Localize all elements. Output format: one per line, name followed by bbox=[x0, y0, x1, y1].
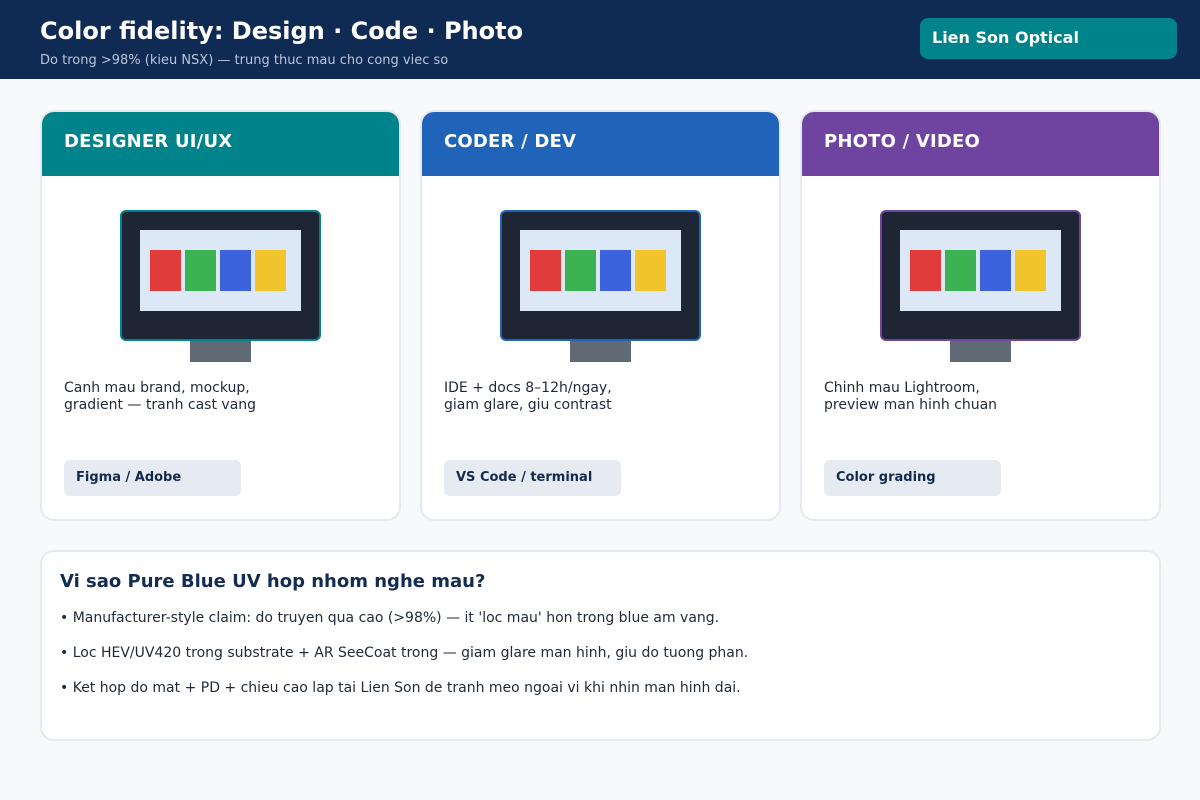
monitor-icon bbox=[880, 210, 1081, 341]
why-bullet: • Manufacturer-style claim: do truyen qu… bbox=[60, 610, 720, 626]
swatch-yellow bbox=[635, 250, 666, 291]
why-panel: Vi sao Pure Blue UV hop nhom nghe mau? •… bbox=[40, 550, 1161, 741]
monitor-icon bbox=[500, 210, 701, 341]
monitor-stand bbox=[190, 341, 251, 362]
monitor-icon bbox=[120, 210, 321, 341]
monitor-screen bbox=[140, 230, 301, 311]
swatch-green bbox=[945, 250, 976, 291]
swatch-yellow bbox=[255, 250, 286, 291]
swatch-blue bbox=[600, 250, 631, 291]
card-description: IDE + docs 8–12h/ngay, giam glare, giu c… bbox=[444, 380, 754, 414]
page-header: Color fidelity: Design · Code · Photo Do… bbox=[0, 0, 1200, 79]
card-header: PHOTO / VIDEO bbox=[802, 112, 1159, 176]
swatch-blue bbox=[980, 250, 1011, 291]
monitor-stand bbox=[950, 341, 1011, 362]
why-title: Vi sao Pure Blue UV hop nhom nghe mau? bbox=[60, 571, 486, 592]
description-line: Canh mau brand, mockup, bbox=[64, 380, 250, 396]
card-tag: VS Code / terminal bbox=[444, 460, 621, 496]
description-line: preview man hinh chuan bbox=[824, 397, 998, 413]
card-photo: PHOTO / VIDEO Chinh mau Lightroom, previ… bbox=[800, 110, 1161, 521]
description-line: giam glare, giu contrast bbox=[444, 397, 612, 413]
card-tag: Figma / Adobe bbox=[64, 460, 241, 496]
card-description: Chinh mau Lightroom, preview man hinh ch… bbox=[824, 380, 1134, 414]
swatch-green bbox=[185, 250, 216, 291]
monitor-screen bbox=[900, 230, 1061, 311]
brand-badge: Lien Son Optical bbox=[920, 18, 1177, 59]
why-bullet: • Loc HEV/UV420 trong substrate + AR See… bbox=[60, 645, 749, 661]
card-header: DESIGNER UI/UX bbox=[42, 112, 399, 176]
description-line: gradient — tranh cast vang bbox=[64, 397, 257, 413]
card-description: Canh mau brand, mockup, gradient — tranh… bbox=[64, 380, 374, 414]
card-tag: Color grading bbox=[824, 460, 1001, 496]
swatch-yellow bbox=[1015, 250, 1046, 291]
swatch-red bbox=[150, 250, 181, 291]
page-subtitle: Do trong >98% (kieu NSX) — trung thuc ma… bbox=[40, 53, 449, 68]
monitor-stand bbox=[570, 341, 631, 362]
swatch-red bbox=[910, 250, 941, 291]
monitor-screen bbox=[520, 230, 681, 311]
description-line: IDE + docs 8–12h/ngay, bbox=[444, 380, 612, 396]
page-title: Color fidelity: Design · Code · Photo bbox=[40, 17, 524, 45]
swatch-green bbox=[565, 250, 596, 291]
swatch-red bbox=[530, 250, 561, 291]
card-coder: CODER / DEV IDE + docs 8–12h/ngay, giam … bbox=[420, 110, 781, 521]
card-header: CODER / DEV bbox=[422, 112, 779, 176]
why-bullet: • Ket hop do mat + PD + chieu cao lap ta… bbox=[60, 680, 741, 696]
swatch-blue bbox=[220, 250, 251, 291]
description-line: Chinh mau Lightroom, bbox=[824, 380, 980, 396]
card-designer: DESIGNER UI/UX Canh mau brand, mockup, g… bbox=[40, 110, 401, 521]
